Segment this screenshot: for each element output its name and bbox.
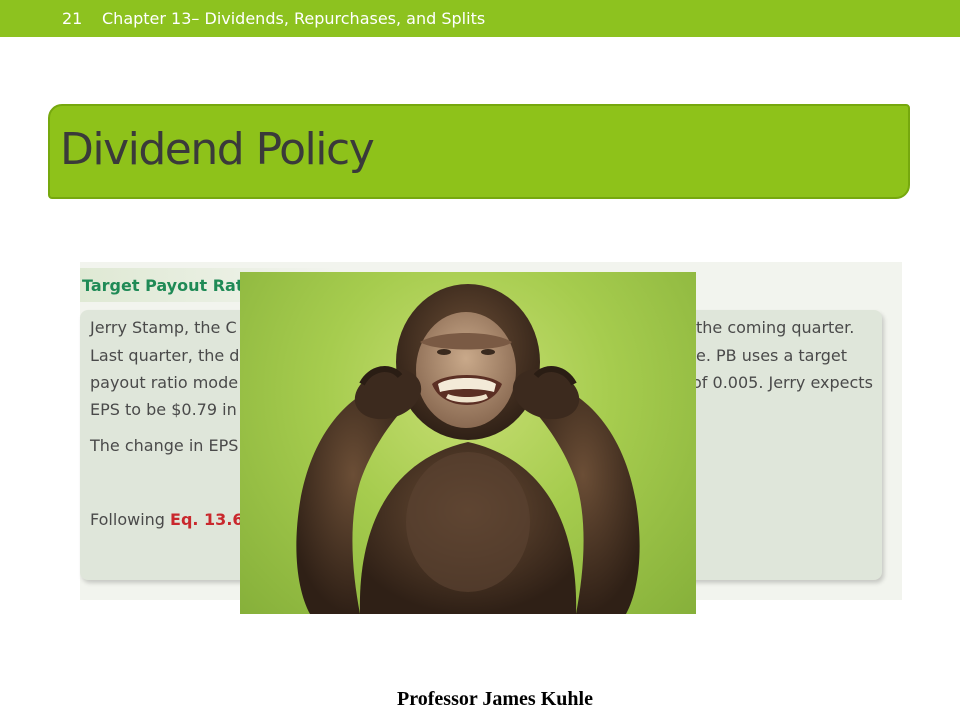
- example-line-1-left: Jerry Stamp, the C: [90, 318, 237, 337]
- chimpanzee-illustration: [296, 284, 640, 614]
- example-heading: Target Payout Rat: [82, 276, 244, 295]
- example-line-2-right: e. PB uses a target: [696, 346, 848, 365]
- example-line-3-left: payout ratio mode: [90, 373, 239, 392]
- chapter-title: Chapter 13– Dividends, Repurchases, and …: [102, 9, 486, 28]
- equation-reference: Eq. 13.6: [170, 510, 244, 529]
- example-line-2-left: Last quarter, the di: [90, 346, 244, 365]
- title-banner: Dividend Policy: [48, 104, 910, 199]
- chimpanzee-photo: [240, 272, 696, 614]
- slide-title: Dividend Policy: [60, 124, 375, 175]
- example-line-6-text: Following: [90, 510, 171, 529]
- example-line-6: Following Eq. 13.6: [90, 510, 244, 529]
- example-line-4-left: EPS to be $0.79 in: [90, 400, 237, 419]
- presenter-name: Professor James Kuhle: [397, 688, 593, 710]
- example-line-1-right: the coming quarter.: [696, 318, 855, 337]
- slide-number: 21: [62, 9, 83, 28]
- example-line-3-right: of 0.005. Jerry expects: [692, 373, 873, 392]
- header-bar: 21 Chapter 13– Dividends, Repurchases, a…: [0, 0, 960, 37]
- example-line-5-left: The change in EPS: [90, 436, 239, 455]
